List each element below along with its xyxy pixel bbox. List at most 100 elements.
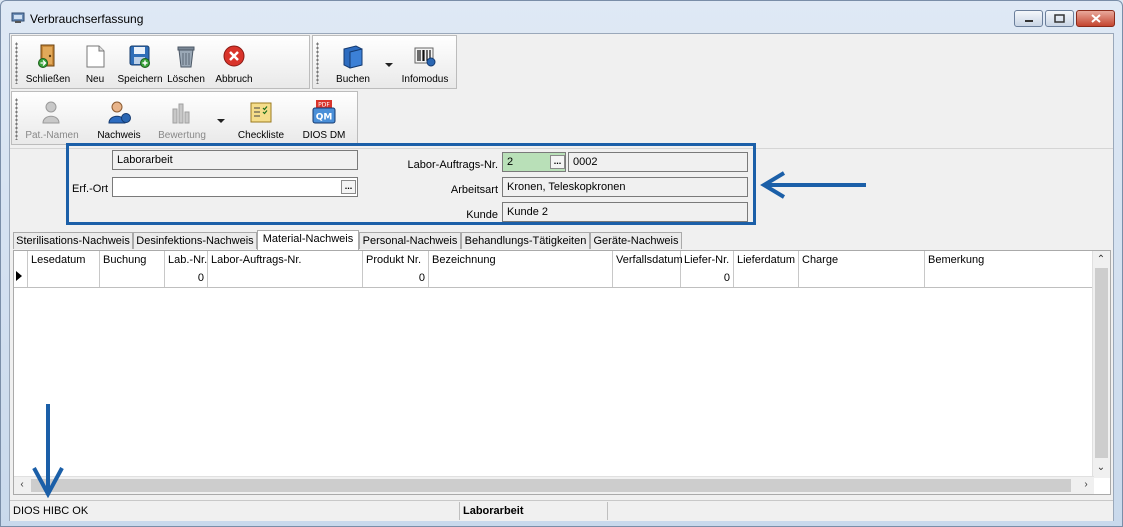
tab-geraete-nachweis[interactable]: Geräte-Nachweis xyxy=(590,232,682,249)
tab-behandlungs-taetigkeiten[interactable]: Behandlungs-Tätigkeiten xyxy=(461,232,590,249)
buchen-label: Buchen xyxy=(336,74,370,85)
dios-dm-button[interactable]: PDF QM DIOS DM xyxy=(296,92,352,144)
secondary-toolbar: Pat.-Namen Nachweis Bewertung Checkliste… xyxy=(11,91,358,145)
labor-auftrags-code-field: 0002 xyxy=(568,152,748,172)
pat-namen-label: Pat.-Namen xyxy=(25,130,79,141)
nachweis-label: Nachweis xyxy=(97,130,141,141)
svg-text:PDF: PDF xyxy=(318,102,330,109)
door-exit-icon xyxy=(38,44,55,68)
qm-pdf-icon: PDF QM xyxy=(312,100,336,124)
current-row-indicator-icon xyxy=(16,271,22,281)
new-document-icon xyxy=(86,45,105,68)
checklist-icon xyxy=(250,102,272,123)
material-grid[interactable]: Lesedatum Buchung Lab.-Nr. 0 Labor-Auftra… xyxy=(13,250,1111,495)
checkliste-button[interactable]: Checkliste xyxy=(234,92,288,144)
speichern-label: Speichern xyxy=(117,74,163,85)
maximize-icon xyxy=(1054,14,1065,23)
user-info-icon xyxy=(108,101,131,124)
trash-bin-icon xyxy=(177,46,195,68)
scroll-left-icon[interactable]: ‹ xyxy=(14,477,30,493)
checkliste-label: Checkliste xyxy=(237,130,285,141)
tab-material-nachweis[interactable]: Material-Nachweis xyxy=(257,230,359,250)
toolbar-area: Schließen Neu Speichern Löschen Abbruch … xyxy=(10,34,1113,149)
column-lieferdatum[interactable]: Lieferdatum xyxy=(734,251,799,287)
status-extra xyxy=(608,502,1113,520)
vertical-scrollbar[interactable]: ⌃ ⌄ xyxy=(1092,251,1110,478)
toolbar-grip[interactable] xyxy=(316,42,319,84)
tab-sterilisations-nachweis[interactable]: Sterilisations-Nachweis xyxy=(13,232,133,249)
kunde-label: Kunde xyxy=(466,209,498,221)
close-icon xyxy=(1090,14,1101,23)
speichern-button[interactable]: Speichern xyxy=(116,36,164,88)
kunde-field: Kunde 2 xyxy=(502,202,748,222)
minimize-icon xyxy=(1024,19,1033,22)
column-verfallsdatum[interactable]: Verfallsdatum xyxy=(613,251,683,287)
bewertung-button[interactable]: Bewertung xyxy=(154,92,210,144)
buchen-button[interactable]: Buchen xyxy=(327,36,379,88)
loeschen-button[interactable]: Löschen xyxy=(164,36,208,88)
main-toolbar: Schließen Neu Speichern Löschen Abbruch xyxy=(11,35,310,89)
erf-ort-input[interactable] xyxy=(112,177,358,197)
buchen-dropdown-icon[interactable] xyxy=(385,63,393,67)
bewertung-label: Bewertung xyxy=(158,130,206,141)
grid-header-row: Lesedatum Buchung Lab.-Nr. 0 Labor-Auftra… xyxy=(14,251,1096,288)
horizontal-scroll-thumb[interactable] xyxy=(31,479,1071,492)
pat-namen-button[interactable]: Pat.-Namen xyxy=(24,92,80,144)
client-area: Schließen Neu Speichern Löschen Abbruch … xyxy=(9,33,1114,521)
laborarbeit-field: Laborarbeit xyxy=(112,150,358,170)
scroll-right-icon[interactable]: › xyxy=(1078,477,1094,493)
vertical-scroll-thumb[interactable] xyxy=(1095,268,1108,458)
status-mode: Laborarbeit xyxy=(460,502,608,520)
row-indicator-column xyxy=(14,251,28,287)
abbruch-button[interactable]: Abbruch xyxy=(210,36,258,88)
close-button[interactable] xyxy=(1076,10,1115,27)
column-lab-nr[interactable]: Lab.-Nr. 0 xyxy=(165,251,208,287)
horizontal-scrollbar[interactable]: ‹ › xyxy=(14,476,1094,494)
toolbar-grip[interactable] xyxy=(15,42,18,84)
toolbar-grip[interactable] xyxy=(15,98,18,140)
scroll-up-icon[interactable]: ⌃ xyxy=(1093,252,1109,268)
column-bemerkung[interactable]: Bemerkung xyxy=(925,251,1096,287)
status-bar: DIOS HIBC OK Laborarbeit xyxy=(10,500,1113,521)
svg-text:QM: QM xyxy=(316,113,333,123)
column-labor-auftrags-nr[interactable]: Labor-Auftrags-Nr. xyxy=(208,251,363,287)
cell-produkt-nr: 0 xyxy=(418,272,425,284)
app-icon xyxy=(11,12,25,23)
loeschen-label: Löschen xyxy=(167,74,205,85)
arbeitsart-field: Kronen, Teleskopkronen xyxy=(502,177,748,197)
cell-lab-nr: 0 xyxy=(197,272,204,284)
schliessen-button[interactable]: Schließen xyxy=(24,36,72,88)
column-lesedatum[interactable]: Lesedatum xyxy=(28,251,100,287)
erf-ort-label: Erf.-Ort xyxy=(72,183,109,195)
dios-dm-label: DIOS DM xyxy=(302,130,346,141)
neu-label: Neu xyxy=(85,74,105,85)
abbruch-label: Abbruch xyxy=(215,74,253,85)
booking-toolbar: Buchen Infomodus xyxy=(312,35,457,89)
window-title: Verbrauchserfassung xyxy=(30,12,144,26)
column-bezeichnung[interactable]: Bezeichnung xyxy=(429,251,613,287)
maximize-button[interactable] xyxy=(1045,10,1074,27)
infomodus-label: Infomodus xyxy=(401,74,449,85)
cancel-icon xyxy=(223,45,245,67)
column-liefer-nr[interactable]: Liefer-Nr. 0 xyxy=(681,251,734,287)
scroll-down-icon[interactable]: ⌄ xyxy=(1093,460,1109,476)
cell-liefer-nr: 0 xyxy=(723,272,730,284)
annotation-arrow-down-icon xyxy=(32,404,64,499)
column-charge[interactable]: Charge xyxy=(799,251,925,287)
column-buchung[interactable]: Buchung xyxy=(100,251,165,287)
barcode-icon xyxy=(414,47,436,67)
tab-personal-nachweis[interactable]: Personal-Nachweis xyxy=(359,232,461,249)
tab-desinfektions-nachweis[interactable]: Desinfektions-Nachweis xyxy=(133,232,257,249)
rating-chart-icon xyxy=(172,103,190,124)
labor-auftrags-browse-button[interactable]: ... xyxy=(550,155,565,169)
patient-icon xyxy=(42,101,60,124)
erf-ort-browse-button[interactable]: ... xyxy=(341,180,356,194)
column-produkt-nr[interactable]: Produkt Nr. 0 xyxy=(363,251,429,287)
labor-auftrags-label: Labor-Auftrags-Nr. xyxy=(407,159,498,171)
bewertung-dropdown-icon[interactable] xyxy=(217,119,225,123)
minimize-button[interactable] xyxy=(1014,10,1043,27)
neu-button[interactable]: Neu xyxy=(76,36,114,88)
status-hibc: DIOS HIBC OK xyxy=(10,502,460,520)
nachweis-button[interactable]: Nachweis xyxy=(92,92,146,144)
infomodus-button[interactable]: Infomodus xyxy=(397,36,453,88)
